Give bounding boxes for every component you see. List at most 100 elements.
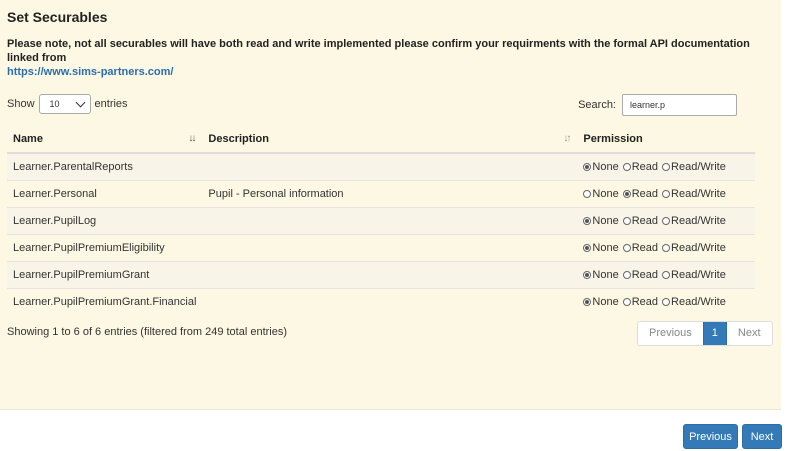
permission-option-label: None	[592, 295, 619, 308]
permission-option-read[interactable]: Read	[622, 295, 659, 308]
permission-option-none[interactable]: None	[583, 241, 619, 254]
cell-permission: None Read Read/Write	[577, 180, 755, 208]
radio-button[interactable]	[583, 162, 592, 171]
permission-option-label: Read/Write	[671, 187, 726, 200]
permission-option-label: Read/Write	[671, 295, 726, 308]
notice-message: Please note, not all securables will hav…	[7, 38, 750, 64]
cell-permission: None Read Read/Write	[577, 234, 755, 262]
permission-option-label: None	[592, 268, 619, 281]
permission-option-label: None	[592, 214, 619, 227]
permission-option-read-write[interactable]: Read/Write	[662, 242, 726, 254]
radio-button[interactable]	[662, 270, 671, 279]
permission-option-label: None	[592, 187, 619, 200]
cell-permission: None Read Read/Write	[577, 261, 755, 289]
cell-description	[202, 207, 578, 235]
permission-option-read-write[interactable]: Read/Write	[662, 269, 726, 281]
radio-button[interactable]	[583, 243, 592, 252]
permission-option-read[interactable]: Read	[622, 268, 659, 281]
permission-option-read[interactable]: Read	[622, 188, 658, 200]
wizard-next-button[interactable]: Next	[742, 424, 782, 449]
securables-table: Name ↓↓ Description ↓↑ Permission Learne…	[7, 125, 755, 315]
permission-option-label: Read	[631, 160, 659, 173]
permission-option-read-write[interactable]: Read/Write	[662, 188, 726, 200]
entries-length-control: Show 10 entries	[7, 94, 128, 114]
permission-option-label: Read/Write	[671, 160, 726, 173]
api-docs-link[interactable]: https://www.sims-partners.com/	[7, 66, 173, 78]
search-input[interactable]: learner.p	[622, 94, 737, 116]
radio-button[interactable]	[662, 216, 671, 225]
radio-button[interactable]	[622, 243, 631, 252]
entries-label: entries	[94, 98, 128, 110]
permission-option-read[interactable]: Read	[622, 241, 659, 254]
permission-option-label: None	[592, 241, 619, 254]
column-header-description[interactable]: Description ↓↑	[202, 125, 578, 154]
radio-button[interactable]	[583, 270, 592, 279]
search-label: Search:	[578, 99, 616, 111]
table-row: Learner.PupilPremiumGrant.Financial None R…	[7, 288, 755, 315]
table-row: Learner.PupilPremiumGrant None Read Read/Wr…	[7, 261, 755, 289]
permission-option-read-write[interactable]: Read/Write	[662, 215, 726, 227]
permission-option-none[interactable]: None	[583, 187, 619, 200]
cell-name: Learner.PupilLog	[7, 207, 203, 235]
entries-select-value: 10	[49, 99, 60, 109]
radio-button[interactable]	[622, 216, 631, 225]
radio-button[interactable]	[662, 162, 671, 171]
pagination-next-button[interactable]: Next	[726, 322, 772, 345]
column-header-name-label: Name	[13, 132, 43, 145]
notice-text: Please note, not all securables will hav…	[7, 37, 775, 79]
permission-option-label: None	[592, 160, 619, 173]
column-header-permission-label: Permission	[583, 132, 643, 145]
permission-option-none[interactable]: None	[583, 268, 619, 281]
permission-option-read[interactable]: Read	[622, 214, 659, 227]
wizard-previous-button[interactable]: Previous	[683, 424, 738, 449]
cell-name: Learner.PupilPremiumEligibility	[7, 234, 203, 262]
page-title: Set Securables	[7, 9, 108, 25]
permission-option-read-write[interactable]: Read/Write	[662, 296, 726, 308]
cell-description	[202, 152, 578, 181]
column-header-permission: Permission	[577, 125, 755, 154]
cell-name: Learner.ParentalReports	[7, 152, 203, 181]
table-info: Showing 1 to 6 of 6 entries (filtered fr…	[7, 326, 288, 338]
radio-button[interactable]	[583, 216, 592, 225]
show-label: Show	[7, 98, 35, 110]
permission-option-none[interactable]: None	[583, 160, 619, 173]
table-row: Learner.Personal Pupil - Personal informa…	[7, 180, 755, 208]
table-row: Learner.PupilPremiumEligibility None Read R…	[7, 234, 755, 262]
permission-option-label: Read	[631, 214, 659, 227]
radio-button[interactable]	[622, 162, 631, 171]
permission-option-none[interactable]: None	[583, 214, 619, 227]
permission-option-read[interactable]: Read	[622, 160, 659, 173]
sort-ascending-icon: ↓↓	[188, 133, 196, 144]
radio-button[interactable]	[622, 297, 631, 306]
cell-permission: None Read Read/Write	[577, 207, 755, 235]
permission-option-label: Read/Write	[671, 268, 726, 281]
cell-permission: None Read Read/Write	[577, 152, 755, 181]
permission-option-label: Read	[631, 241, 659, 254]
column-header-name[interactable]: Name ↓↓	[7, 125, 203, 154]
pagination-page-1[interactable]: 1	[702, 322, 727, 345]
permission-option-label: Read/Write	[671, 214, 726, 227]
entries-select[interactable]: 10	[38, 94, 91, 114]
pagination: Previous 1 Next	[637, 321, 773, 346]
radio-button[interactable]	[583, 297, 592, 306]
cell-name: Learner.Personal	[7, 180, 203, 208]
permission-option-none[interactable]: None	[583, 295, 619, 308]
permission-option-read-write[interactable]: Read/Write	[662, 161, 726, 173]
radio-button[interactable]	[662, 189, 671, 198]
cell-description	[202, 288, 578, 315]
page-scrollbar[interactable]	[781, 0, 800, 409]
radio-button[interactable]	[622, 189, 631, 198]
radio-button[interactable]	[662, 243, 671, 252]
cell-permission: None Read Read/Write	[577, 288, 755, 315]
radio-button[interactable]	[622, 270, 631, 279]
table-row: Learner.ParentalReports None Read Read/Writ…	[7, 152, 755, 181]
column-header-description-label: Description	[208, 132, 269, 145]
table-body: Learner.ParentalReports None Read Read/Writ…	[7, 152, 755, 315]
radio-button[interactable]	[583, 189, 592, 198]
pagination-previous-button[interactable]: Previous	[638, 322, 703, 345]
table-header-row: Name ↓↓ Description ↓↑ Permission	[7, 125, 755, 154]
permission-option-label: Read	[631, 268, 659, 281]
permission-option-label: Read	[631, 295, 659, 308]
securables-panel: Set Securables Please note, not all secu…	[0, 0, 781, 410]
radio-button[interactable]	[662, 297, 671, 306]
